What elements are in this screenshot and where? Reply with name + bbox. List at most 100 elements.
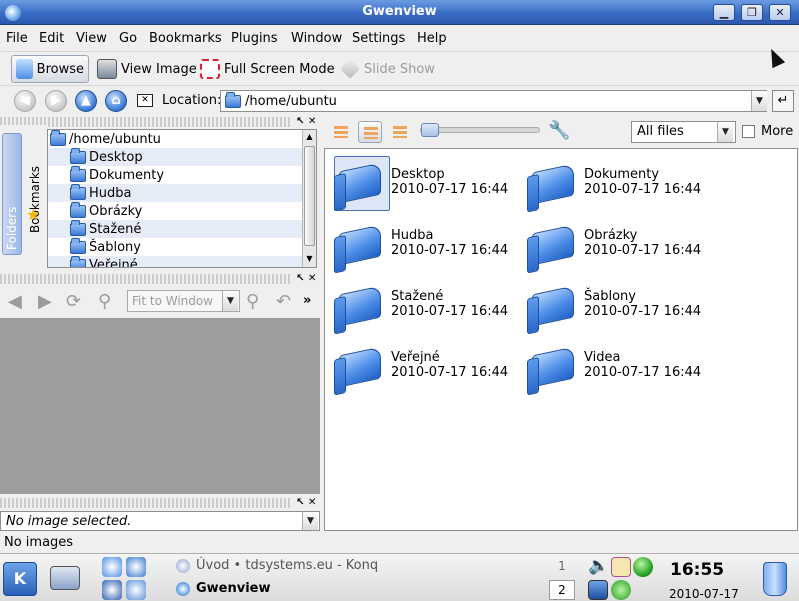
folder-tree[interactable]: /home/ubuntu Desktop Dokumenty Hudba Obr… (47, 129, 317, 268)
tree-item-obrazky[interactable]: Obrázky (48, 201, 304, 220)
wrench-icon[interactable]: 🔧 (548, 120, 570, 141)
clock-time[interactable]: 16:55 (670, 560, 724, 580)
list-mode-button[interactable] (329, 121, 353, 143)
pager-desktop-1[interactable]: 1 (549, 556, 575, 576)
browse-button[interactable]: Browse (11, 55, 89, 83)
viewer-pane-grip[interactable] (0, 274, 292, 284)
tree-item-verejne[interactable]: Veřejné (48, 255, 304, 267)
menu-bookmarks[interactable]: Bookmarks (149, 31, 222, 46)
rotate-icon[interactable]: ↶ (276, 291, 291, 312)
file-item-hudba[interactable]: Hudba 2010-07-17 16:44 (329, 215, 519, 273)
zoom-dropdown-button[interactable]: ▼ (222, 291, 238, 311)
zoom-icon[interactable]: ⚲ (98, 291, 111, 312)
tree-item-desktop[interactable]: Desktop (48, 147, 304, 166)
tree-root[interactable]: /home/ubuntu (50, 130, 306, 148)
update-status-icon[interactable] (633, 557, 653, 577)
menu-file[interactable]: File (6, 31, 28, 46)
menu-help[interactable]: Help (417, 31, 447, 46)
recycle-icon[interactable] (611, 580, 631, 600)
menu-plugins[interactable]: Plugins (231, 31, 278, 46)
slider-knob[interactable] (421, 123, 439, 137)
close-button[interactable]: ✕ (769, 4, 791, 21)
scrollbar-thumb[interactable] (304, 146, 315, 246)
file-item-desktop[interactable]: Desktop 2010-07-17 16:44 (329, 154, 519, 212)
network-manager-icon[interactable] (588, 580, 608, 600)
go-button[interactable]: ↵ (772, 90, 794, 112)
menu-settings[interactable]: Settings (352, 31, 405, 46)
desktop-folder-icon (70, 147, 86, 164)
undock-icon[interactable]: ↖ (296, 273, 304, 284)
pager-desktop-2[interactable]: 2 (549, 580, 575, 600)
file-browser[interactable]: Desktop 2010-07-17 16:44 Dokumenty 2010-… (324, 148, 798, 531)
clear-location-button[interactable]: ✕ (137, 94, 153, 107)
zoom-out-icon[interactable]: ⚲ (246, 291, 259, 312)
file-item-dokumenty[interactable]: Dokumenty 2010-07-17 16:44 (522, 154, 712, 212)
tree-item-sablony[interactable]: Šablony (48, 237, 304, 256)
maximize-button[interactable]: ❐ (741, 4, 763, 21)
folder-icon (528, 219, 576, 266)
minimize-button[interactable]: ▁ (713, 4, 735, 21)
back-button[interactable]: ◀ (14, 90, 36, 112)
window-titlebar[interactable]: Gwenview ▁ ❐ ✕ (0, 0, 799, 25)
forward-button[interactable]: ▶ (45, 90, 67, 112)
konqueror-task-icon (176, 558, 190, 573)
image-viewer[interactable] (0, 318, 320, 494)
close-pane-icon[interactable]: ✕ (308, 116, 316, 127)
file-item-stazene[interactable]: Stažené 2010-07-17 16:44 (329, 276, 519, 334)
file-item-sablony[interactable]: Šablony 2010-07-17 16:44 (522, 276, 712, 334)
system-icon[interactable] (102, 580, 122, 600)
speaker-icon[interactable]: 🔈 (588, 556, 609, 576)
task-konqueror[interactable]: Úvod • tdsystems.eu - Konq (176, 558, 378, 573)
file-item-verejne[interactable]: Veřejné 2010-07-17 16:44 (329, 337, 519, 395)
browser-icon[interactable] (126, 557, 146, 577)
tab-folders[interactable]: Folders (2, 133, 22, 255)
tree-item-dokumenty[interactable]: Dokumenty (48, 165, 304, 184)
clock-date[interactable]: 2010-07-17 (669, 587, 739, 601)
filter-dropdown-button[interactable]: ▼ (717, 122, 733, 142)
file-item-obrazky[interactable]: Obrázky 2010-07-17 16:44 (522, 215, 712, 273)
location-value: /home/ubuntu (245, 93, 337, 109)
network-icon[interactable] (126, 580, 146, 600)
location-dropdown-button[interactable]: ▼ (751, 91, 767, 111)
konqueror-icon[interactable] (102, 557, 122, 577)
up-button[interactable]: ▲ (75, 90, 97, 112)
metadata-pane-grip[interactable] (0, 498, 292, 508)
desktop-icon[interactable] (50, 566, 80, 590)
menu-go[interactable]: Go (119, 31, 137, 46)
image-selection-dropdown[interactable]: ▼ (302, 512, 318, 530)
menu-window[interactable]: Window (291, 31, 342, 46)
tree-root-label: /home/ubuntu (69, 131, 161, 147)
tree-scrollbar[interactable]: ▲ ▼ (302, 130, 316, 267)
folder-icon (70, 183, 86, 200)
undock-icon[interactable]: ↖ (296, 116, 304, 127)
thumbnail-size-slider[interactable] (420, 123, 540, 137)
location-input[interactable]: /home/ubuntu (220, 90, 767, 112)
reload-icon[interactable]: ⟳ (66, 291, 81, 312)
more-tools-icon[interactable]: » (303, 293, 311, 308)
trash-icon[interactable] (763, 562, 787, 596)
thumbnail-mode-button[interactable] (358, 121, 382, 143)
close-pane-icon[interactable]: ✕ (308, 497, 316, 508)
detail-mode-button[interactable] (388, 121, 412, 143)
file-date: 2010-07-17 16:44 (391, 365, 509, 380)
klipper-icon[interactable] (611, 557, 631, 577)
view-image-button[interactable]: View Image (93, 55, 201, 83)
previous-icon[interactable]: ◀ (8, 291, 22, 312)
file-item-videa[interactable]: Videa 2010-07-17 16:44 (522, 337, 712, 395)
undock-icon[interactable]: ↖ (296, 497, 304, 508)
tree-item-hudba[interactable]: Hudba (48, 183, 304, 202)
menu-view[interactable]: View (76, 31, 107, 46)
full-screen-button[interactable]: Full Screen Mode (196, 55, 339, 83)
more-checkbox[interactable] (742, 125, 755, 138)
next-icon[interactable]: ▶ (38, 291, 52, 312)
k-menu-button[interactable]: K (3, 562, 37, 596)
scroll-up-icon[interactable]: ▲ (303, 130, 316, 144)
scroll-down-icon[interactable]: ▼ (303, 252, 316, 266)
home-button[interactable]: ⌂ (105, 90, 127, 112)
tree-item-stazene[interactable]: Stažené (48, 219, 304, 238)
menu-edit[interactable]: Edit (39, 31, 64, 46)
close-pane-icon[interactable]: ✕ (308, 273, 316, 284)
slide-show-button[interactable]: Slide Show (336, 55, 439, 83)
task-gwenview[interactable]: Gwenview (176, 581, 271, 596)
image-selection-field[interactable]: No image selected. (0, 511, 320, 531)
